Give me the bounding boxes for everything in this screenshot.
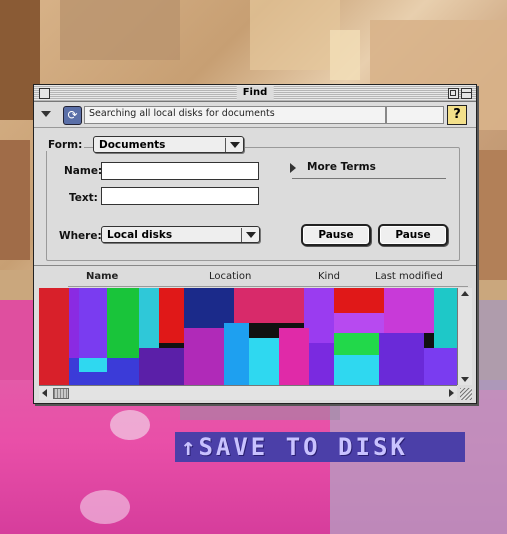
background-shape <box>330 30 360 80</box>
column-location[interactable]: Location <box>209 271 251 282</box>
background-shape <box>0 140 30 260</box>
close-box-icon[interactable] <box>39 88 50 99</box>
where-popup-menu[interactable]: Local disks <box>101 226 260 243</box>
more-terms-divider <box>292 178 446 179</box>
background-flower <box>110 410 150 440</box>
column-kind[interactable]: Kind <box>318 271 340 282</box>
glitch-block <box>79 288 107 358</box>
glitch-block <box>79 358 107 372</box>
find-window: Find ⟳ Searching all local disks for doc… <box>33 84 477 404</box>
glitch-block <box>184 288 234 328</box>
glitch-block <box>279 328 309 385</box>
glitch-block <box>424 348 457 385</box>
title-bar[interactable]: Find <box>34 85 476 102</box>
text-field[interactable] <box>101 187 259 205</box>
chevron-down-icon <box>246 232 256 238</box>
where-popup-value: Local disks <box>107 229 173 241</box>
pause-button-secondary[interactable]: Pause <box>378 224 448 246</box>
scroll-right-icon[interactable] <box>449 389 454 397</box>
header-divider <box>68 286 468 287</box>
horizontal-scrollbar[interactable] <box>39 385 457 400</box>
form-popup-menu[interactable]: Documents <box>93 136 244 153</box>
more-terms-label[interactable]: More Terms <box>307 161 376 173</box>
scroll-up-icon[interactable] <box>461 291 469 296</box>
glitch-block <box>184 328 224 385</box>
refresh-icon: ⟳ <box>63 106 82 125</box>
glitch-block <box>159 288 184 343</box>
glitch-block <box>309 343 334 385</box>
glitch-block <box>334 355 379 385</box>
glitch-block <box>234 288 304 323</box>
glitch-block <box>39 288 69 385</box>
disclosure-triangle-icon[interactable] <box>41 111 51 117</box>
glitch-block <box>434 288 457 348</box>
status-text: Searching all local disks for documents <box>89 108 275 119</box>
glitch-block <box>139 348 184 385</box>
glitch-block <box>334 333 384 355</box>
results-column-header: Name Location Kind Last modified <box>34 265 476 288</box>
name-field[interactable] <box>101 162 259 180</box>
status-row: ⟳ Searching all local disks for document… <box>34 103 476 128</box>
glitch-block <box>69 288 79 358</box>
background-flower <box>80 490 130 524</box>
scroll-thumb[interactable] <box>53 388 69 399</box>
glitch-block <box>139 288 159 348</box>
glitch-block <box>334 288 384 313</box>
status-field: Searching all local disks for documents <box>84 106 386 124</box>
scroll-down-icon[interactable] <box>461 377 469 382</box>
window-title: Find <box>236 86 274 100</box>
vertical-scrollbar[interactable] <box>457 288 472 385</box>
glitch-block <box>107 288 139 368</box>
form-label: Form: <box>46 139 85 151</box>
results-list-glitched[interactable] <box>39 288 457 385</box>
form-popup-value: Documents <box>99 139 166 151</box>
popup-divider <box>225 138 226 152</box>
where-label: Where: <box>59 230 102 242</box>
save-to-disk-banner: ↑SAVE TO DISK <box>175 432 465 462</box>
column-last-modified[interactable]: Last modified <box>375 271 443 282</box>
background-shape <box>250 0 340 70</box>
chevron-down-icon <box>230 142 240 148</box>
more-terms-triangle-icon[interactable] <box>290 163 296 173</box>
name-label: Name: <box>64 165 103 177</box>
column-name[interactable]: Name <box>86 271 118 282</box>
glitch-block <box>249 338 279 385</box>
status-progress-field <box>386 106 444 124</box>
scroll-left-icon[interactable] <box>42 389 47 397</box>
popup-divider <box>241 228 242 242</box>
background-shape <box>60 0 180 60</box>
text-label: Text: <box>69 192 98 204</box>
glitch-block <box>224 323 249 385</box>
collapse-box-icon[interactable] <box>461 88 472 99</box>
glitch-block <box>379 333 424 385</box>
glitch-block <box>334 313 384 333</box>
resize-grip-icon[interactable] <box>460 388 472 400</box>
help-icon[interactable]: ? <box>447 105 467 125</box>
zoom-box-icon[interactable] <box>448 88 459 99</box>
glitch-block <box>384 288 434 333</box>
pause-button[interactable]: Pause <box>301 224 371 246</box>
